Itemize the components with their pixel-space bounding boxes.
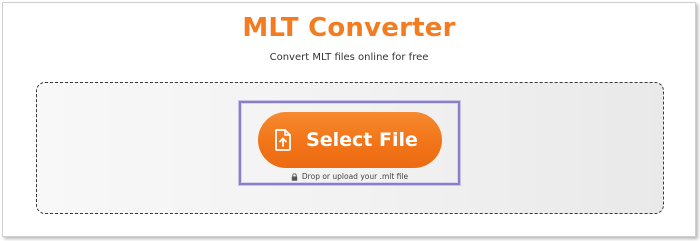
lock-icon <box>291 173 298 181</box>
file-upload-icon <box>275 129 291 151</box>
select-file-button[interactable]: Select File <box>258 112 442 168</box>
upload-hint-text: Drop or upload your .mlt file <box>301 172 409 181</box>
upload-hint: Drop or upload your .mlt file <box>239 172 460 182</box>
page-subtitle: Convert MLT files online for free <box>269 52 429 63</box>
page-title: MLT Converter <box>242 13 456 43</box>
select-file-label: Select File <box>306 129 418 151</box>
